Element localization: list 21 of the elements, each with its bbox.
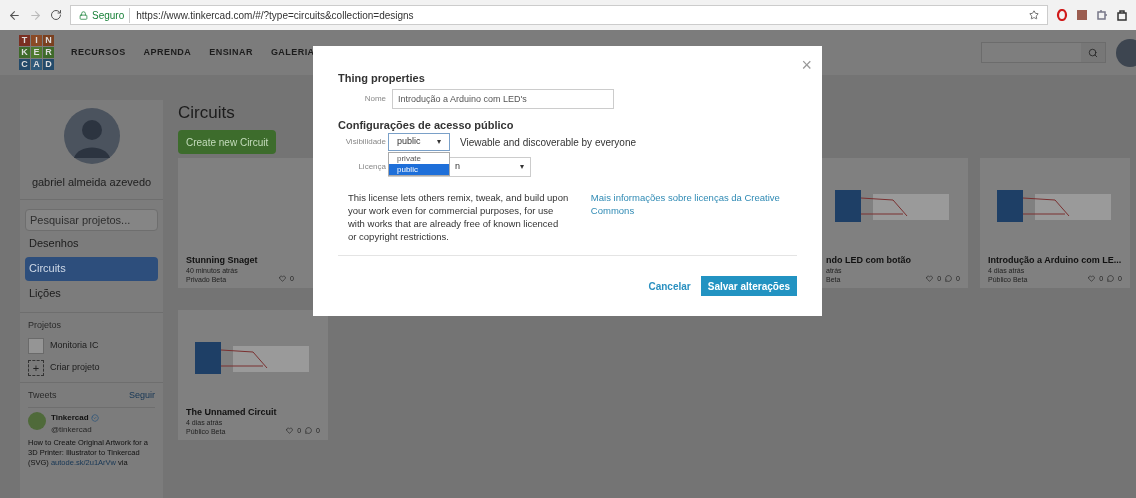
tweet-handle: @tinkercad (51, 423, 93, 436)
section-heading: Configurações de acesso público (338, 117, 515, 133)
field-label: Visibilidade (344, 136, 386, 148)
card-title: Introdução a Arduino com LE... (988, 254, 1122, 266)
field-label: Licença (357, 161, 386, 173)
user-name: gabriel almeida azevedo (30, 175, 153, 190)
url-text: https://www.tinkercad.com/#/?type=circuits&collection=designs (135, 8, 414, 23)
card-title: Stunning Snaget (186, 254, 259, 266)
dialog-title: Thing properties (338, 71, 426, 86)
section-heading: Projetos (28, 318, 63, 332)
visibility-note: Viewable and discoverable by everyone (460, 135, 637, 150)
section-heading: Tweets (28, 389, 57, 402)
card-title: The Unnamed Circuit (186, 406, 278, 418)
tweet-author: Tinkercad (51, 411, 89, 424)
page-title: Circuits (178, 103, 236, 123)
field-label: Nome (363, 92, 386, 105)
secure-label: Seguro (92, 7, 131, 23)
caret-icon: ▾ (437, 136, 441, 148)
card-title: ndo LED com botão (826, 254, 912, 266)
license-description: This license lets others remix, tweak, and build upon your work even for commercial purposes, for use with works that are already free of known licenced or copyright restrictions. (348, 191, 569, 243)
caret-icon: ▾ (520, 161, 524, 173)
